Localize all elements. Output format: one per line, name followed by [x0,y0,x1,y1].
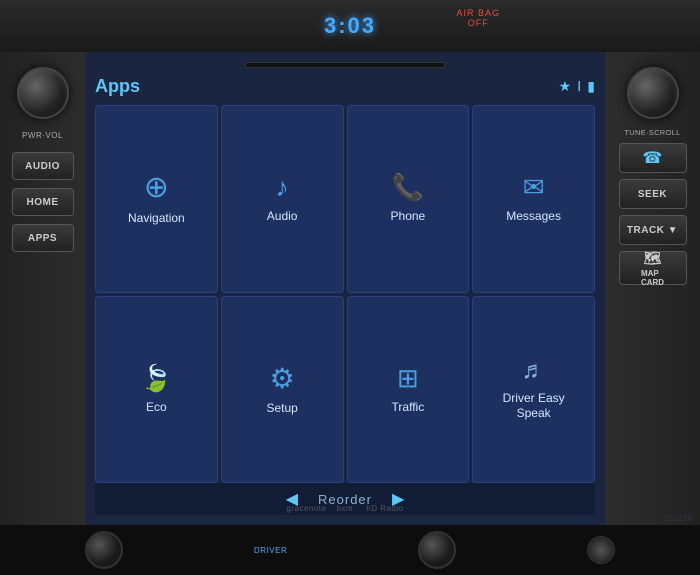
driver-easy-speak-app[interactable]: ♬ Driver EasySpeak [472,296,595,484]
center-knob[interactable] [587,536,615,564]
left-controls: PWR·VOL AUDIO HOME APPS [0,52,85,525]
audio-label: Audio [267,209,298,225]
eco-label: Eco [146,400,167,416]
map-icon: 🗺 [644,250,662,267]
seek-button[interactable]: SEEK [619,179,687,209]
top-bar: 3:03 AIR BAGOFF [0,0,700,52]
cd-slot[interactable] [245,62,445,68]
eco-icon: 🍃 [140,363,172,394]
audio-app[interactable]: ♪ Audio [221,105,344,293]
audio-button[interactable]: AUDIO [12,152,74,180]
left-vent-knob[interactable] [85,531,123,569]
right-controls: TUNE·SCROLL ☎ SEEK TRACK ▼ 🗺 MAPCARD [605,52,700,525]
bxm-logo: bxm· [336,504,356,513]
apps-grid: ⊕ Navigation ♪ Audio 📞 Phone ✉ Messages … [95,105,595,483]
serial-number: S10179 [664,514,692,523]
apps-button[interactable]: APPS [12,224,74,252]
phone-app[interactable]: 📞 Phone [347,105,470,293]
driver-label: DRIVER [254,546,287,555]
center-screen: Apps ★ Ⅰ ▮ ⊕ Navigation ♪ Audio 📞 Phone [85,52,605,525]
map-card-button[interactable]: 🗺 MAPCARD [619,251,687,285]
traffic-icon: ⊞ [397,363,419,394]
bottom-logos: gracenote bxm· hD Radio [286,504,403,513]
screen-header: Apps ★ Ⅰ ▮ [95,76,595,97]
setup-icon: ⚙ [270,362,295,395]
signal-icon: Ⅰ [577,78,581,95]
navigation-app[interactable]: ⊕ Navigation [95,105,218,293]
eco-app[interactable]: 🍃 Eco [95,296,218,484]
setup-label: Setup [266,401,297,417]
track-button[interactable]: TRACK ▼ [619,215,687,245]
driver-easy-speak-icon: ♬ [522,357,546,385]
gracenote-logo: gracenote [286,504,326,513]
apps-title: Apps [95,76,140,97]
phone-label: Phone [391,209,426,225]
navigation-icon: ⊕ [144,170,169,205]
battery-icon: ▮ [587,78,595,95]
hd-radio-logo: hD Radio [366,504,403,513]
home-button[interactable]: HOME [12,188,74,216]
pwr-vol-label: PWR·VOL [22,131,63,140]
bottom-controls [587,536,615,564]
phone-icon: 📞 [392,172,424,203]
phone-button[interactable]: ☎ [619,143,687,173]
traffic-app[interactable]: ⊞ Traffic [347,296,470,484]
messages-icon: ✉ [523,172,545,203]
clock-display: 3:03 [324,13,376,39]
bottom-bar: ◀ Reorder ▶ gracenote bxm· hD Radio [95,483,595,515]
setup-app[interactable]: ⚙ Setup [221,296,344,484]
airbag-label: AIR BAGOFF [456,8,500,28]
bottom-area: DRIVER [0,525,700,575]
pwr-vol-knob[interactable] [17,67,69,119]
navigation-label: Navigation [128,211,185,227]
audio-icon: ♪ [276,172,289,203]
map-card-label: MAPCARD [641,269,664,287]
right-vent-knob[interactable] [418,531,456,569]
messages-label: Messages [506,209,561,225]
driver-easy-speak-label: Driver EasySpeak [503,391,565,422]
status-icons: ★ Ⅰ ▮ [559,78,595,95]
main-container: PWR·VOL AUDIO HOME APPS Apps ★ Ⅰ ▮ ⊕ Nav… [0,52,700,525]
tune-scroll-knob[interactable] [627,67,679,119]
messages-app[interactable]: ✉ Messages [472,105,595,293]
tune-scroll-label: TUNE·SCROLL [624,128,680,137]
traffic-label: Traffic [392,400,425,416]
bluetooth-icon: ★ [559,78,572,95]
